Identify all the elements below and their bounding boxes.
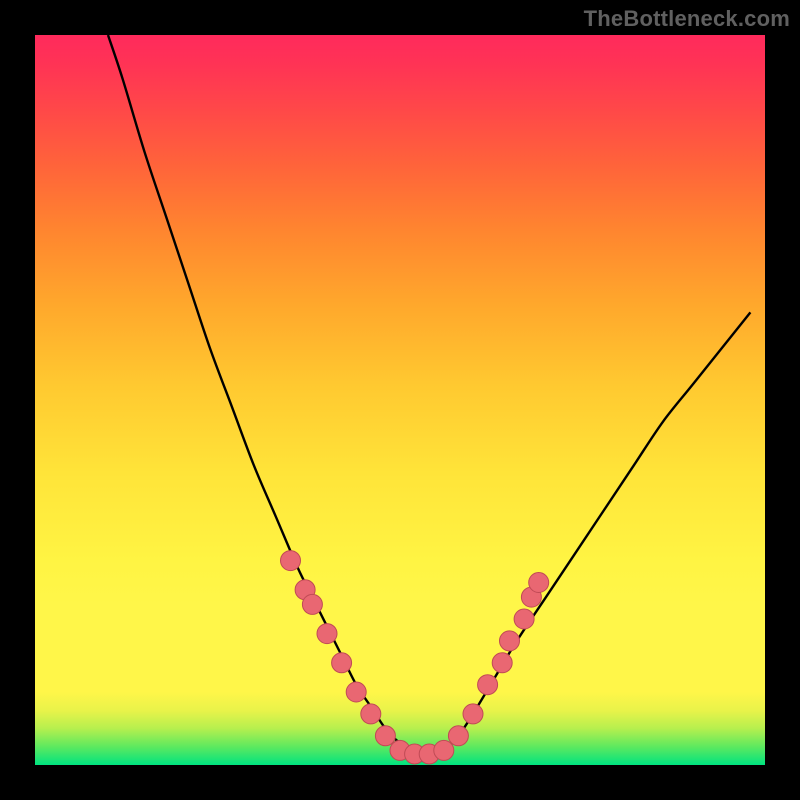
data-marker bbox=[500, 631, 520, 651]
data-marker bbox=[317, 624, 337, 644]
attribution-suffix: .com bbox=[738, 6, 790, 31]
data-marker bbox=[332, 653, 352, 673]
data-marker bbox=[361, 704, 381, 724]
data-marker bbox=[492, 653, 512, 673]
data-marker bbox=[346, 682, 366, 702]
data-marker bbox=[514, 609, 534, 629]
data-marker bbox=[478, 675, 498, 695]
attribution-prefix: The bbox=[584, 6, 624, 31]
data-marker bbox=[448, 726, 468, 746]
data-marker bbox=[463, 704, 483, 724]
chart-container: TheBottleneck.com bbox=[0, 0, 800, 800]
plot-area bbox=[35, 35, 765, 765]
data-marker bbox=[434, 740, 454, 760]
curve-svg bbox=[35, 35, 765, 765]
data-marker bbox=[375, 726, 395, 746]
data-marker bbox=[281, 551, 301, 571]
data-marker bbox=[302, 594, 322, 614]
marker-group bbox=[281, 551, 549, 764]
data-marker bbox=[529, 573, 549, 593]
bottleneck-curve-path bbox=[108, 35, 750, 758]
attribution-watermark: TheBottleneck.com bbox=[584, 6, 790, 32]
attribution-middle: Bottleneck bbox=[623, 6, 737, 31]
